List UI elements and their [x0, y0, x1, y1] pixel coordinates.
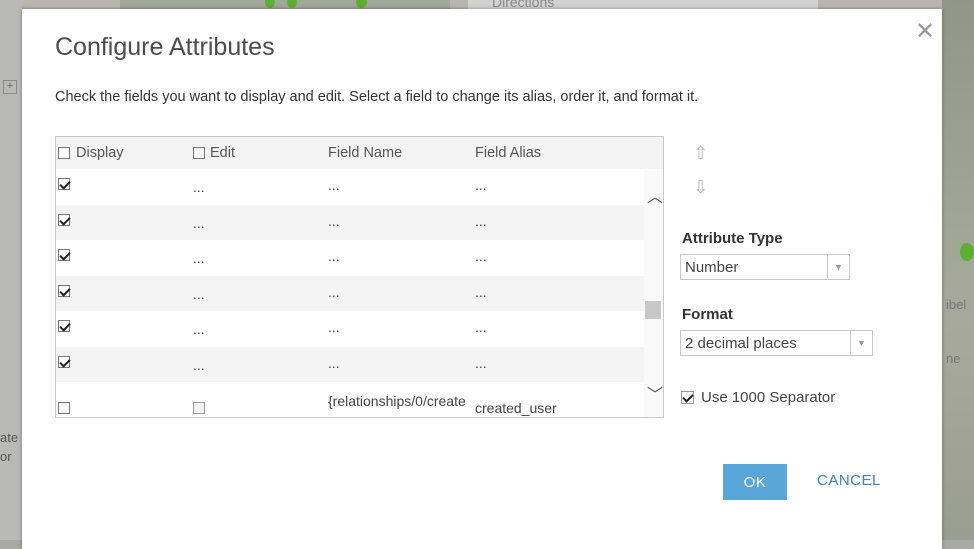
- background-map-right: [942, 0, 974, 540]
- move-down-arrow-icon[interactable]: ⇩: [693, 177, 708, 198]
- field-name-cell: ...: [328, 248, 340, 264]
- move-up-arrow-icon[interactable]: ⇧: [693, 143, 708, 164]
- display-all-checkbox[interactable]: [58, 147, 70, 159]
- display-checkbox[interactable]: [58, 249, 70, 261]
- scrollbar-thumb[interactable]: [645, 301, 661, 319]
- ok-button[interactable]: OK: [723, 464, 787, 500]
- field-alias-cell: ...: [475, 283, 487, 300]
- use-separator-label: Use 1000 Separator: [701, 389, 836, 406]
- format-value: 2 decimal places: [685, 335, 797, 352]
- table-row[interactable]: ... ... ...: [56, 275, 644, 311]
- field-alias-cell: ...: [475, 177, 487, 193]
- cancel-button[interactable]: CANCEL: [817, 472, 881, 489]
- background-side-text: or: [0, 449, 12, 464]
- edit-cell: ...: [193, 179, 205, 195]
- table-header: Display Edit Field Name Field Alias: [56, 137, 663, 169]
- table-row[interactable]: {relationships/0/created_user} created_u…: [56, 382, 644, 417]
- field-name-cell: ...: [328, 354, 340, 371]
- header-display-label: Display: [76, 145, 124, 161]
- table-scrollbar[interactable]: ︿ ﹀: [644, 169, 663, 417]
- field-name-cell: ...: [328, 212, 340, 229]
- attribute-type-label: Attribute Type: [682, 230, 783, 247]
- chevron-down-icon[interactable]: ﹀: [647, 381, 663, 405]
- edit-cell: ...: [193, 321, 205, 337]
- header-edit-label: Edit: [210, 145, 235, 161]
- table-row[interactable]: ... ... ...: [56, 240, 644, 276]
- chevron-up-icon[interactable]: ︿: [647, 183, 663, 207]
- field-alias-cell: ...: [475, 212, 487, 229]
- table-row[interactable]: ... ... ...: [56, 169, 644, 205]
- attribute-type-value: Number: [685, 259, 739, 276]
- attributes-table: Display Edit Field Name Field Alias ... …: [55, 136, 664, 418]
- table-body: ... ... ... ... ... ... ... ... ... ... …: [56, 169, 644, 417]
- background-expand-icon: +: [3, 80, 17, 94]
- format-select[interactable]: 2 decimal places ▼: [680, 330, 873, 356]
- edit-cell: ...: [193, 285, 205, 302]
- display-checkbox[interactable]: [58, 320, 70, 332]
- background-side-text: ate: [0, 430, 19, 445]
- field-name-cell: {relationships/0/created_user}: [328, 393, 466, 414]
- dialog-title: Configure Attributes: [55, 33, 275, 61]
- background-map-marker: [960, 243, 974, 261]
- field-name-cell: ...: [328, 177, 340, 193]
- edit-cell: ...: [193, 250, 205, 266]
- dialog-description: Check the fields you want to display and…: [55, 89, 699, 105]
- field-alias-cell: ...: [475, 248, 487, 264]
- attribute-type-select[interactable]: Number ▼: [680, 254, 850, 280]
- edit-all-checkbox[interactable]: [193, 147, 205, 159]
- header-field-name-label: Field Name: [328, 145, 403, 161]
- dropdown-arrow-icon: ▼: [850, 331, 872, 355]
- display-checkbox[interactable]: [58, 284, 70, 297]
- table-row[interactable]: ... ... ...: [56, 346, 644, 382]
- header-field-name: Field Name: [328, 145, 402, 161]
- field-alias-cell: created_user: [475, 400, 557, 416]
- display-checkbox[interactable]: [58, 402, 70, 414]
- use-separator-option[interactable]: Use 1000 Separator: [681, 389, 835, 406]
- header-field-alias: Field Alias: [475, 145, 541, 161]
- header-field-alias-label: Field Alias: [475, 145, 542, 161]
- display-checkbox[interactable]: [58, 178, 70, 190]
- table-row[interactable]: ... ... ...: [56, 311, 644, 347]
- background-map-label: ne: [946, 351, 961, 366]
- header-display: Display: [58, 145, 124, 161]
- display-checkbox[interactable]: [58, 355, 70, 368]
- header-edit: Edit: [193, 145, 235, 161]
- edit-checkbox[interactable]: [193, 402, 205, 414]
- table-row[interactable]: ... ... ...: [56, 204, 644, 240]
- display-checkbox[interactable]: [58, 213, 70, 226]
- format-label: Format: [682, 306, 733, 323]
- field-name-cell: ...: [328, 319, 340, 335]
- use-separator-checkbox[interactable]: [681, 391, 694, 404]
- close-icon[interactable]: ✕: [915, 17, 935, 46]
- field-alias-cell: ...: [475, 354, 487, 371]
- field-alias-cell: ...: [475, 319, 487, 335]
- edit-cell: ...: [193, 356, 205, 373]
- edit-cell: ...: [193, 214, 205, 231]
- dropdown-arrow-icon: ▼: [827, 255, 849, 279]
- configure-attributes-dialog: ✕ Configure Attributes Check the fields …: [22, 9, 942, 549]
- field-name-cell: ...: [328, 283, 340, 300]
- background-map-label: ibel: [946, 297, 967, 312]
